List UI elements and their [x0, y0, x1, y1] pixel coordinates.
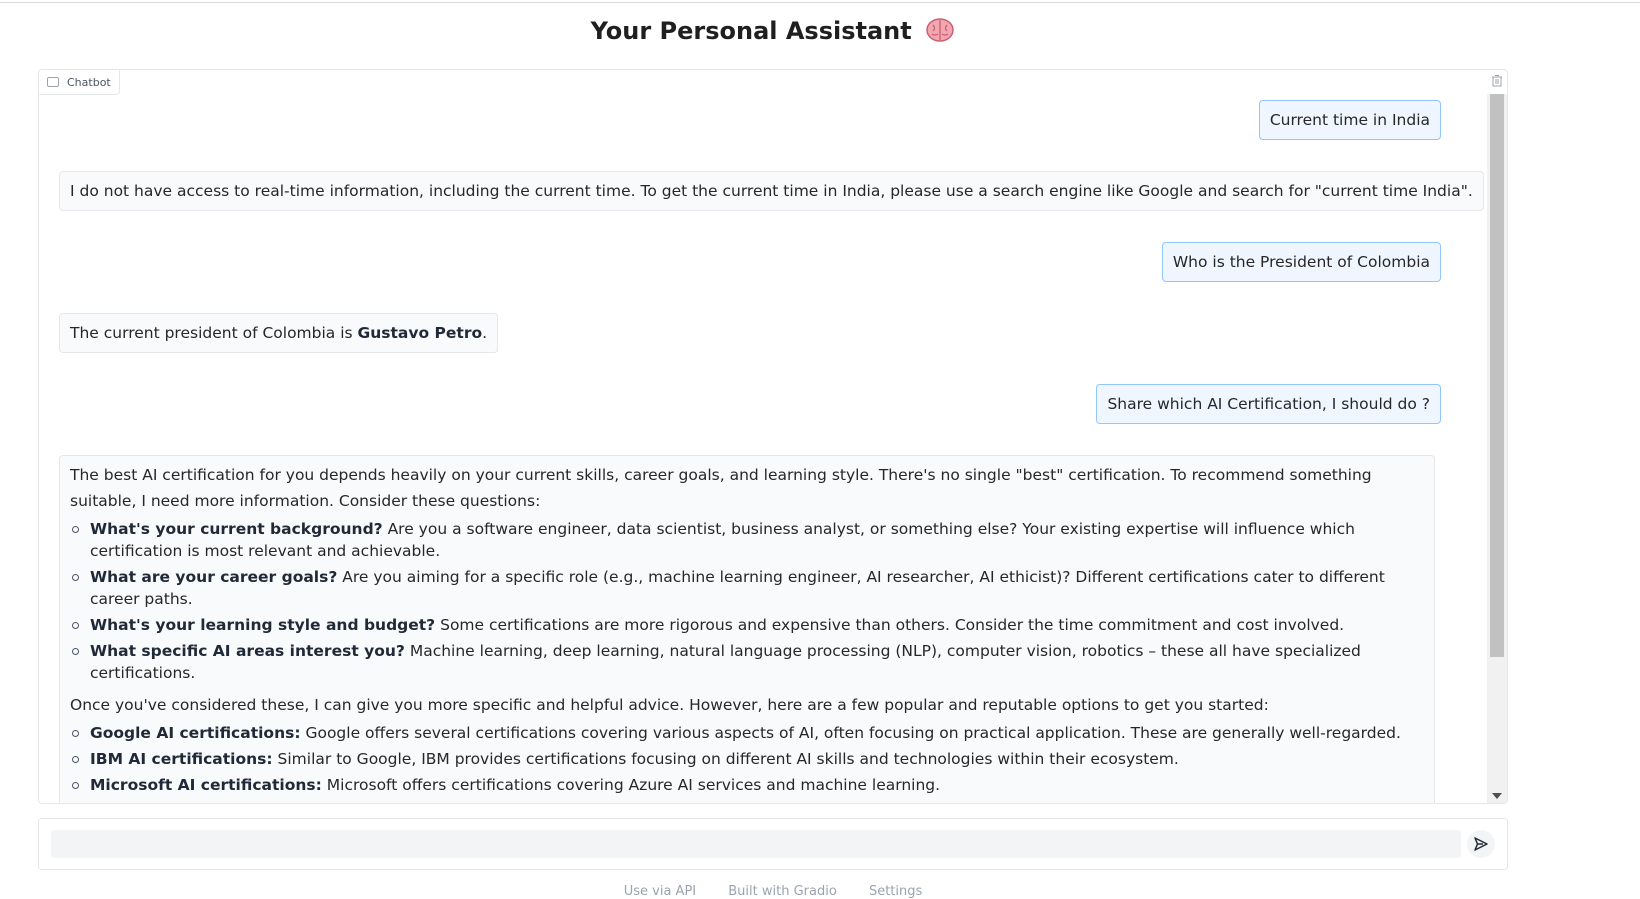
- message-paragraph: Once you've considered these, I can give…: [70, 696, 1269, 714]
- list-item-title: What specific AI areas interest you?: [90, 642, 405, 660]
- settings-link[interactable]: Settings: [869, 884, 922, 899]
- list-item-title: Microsoft AI certifications:: [90, 776, 322, 794]
- bot-message: I do not have access to real-time inform…: [59, 171, 1484, 211]
- list-item: Google AI certifications: Google offers …: [70, 722, 1424, 744]
- message-text: Who is the President of Colombia: [1172, 253, 1430, 271]
- message-text: The current president of Colombia is: [70, 324, 358, 342]
- top-divider: [0, 2, 1640, 3]
- chat-scrollbar[interactable]: [1487, 94, 1507, 803]
- page-title-text: Your Personal Assistant: [590, 17, 912, 45]
- chat-message-list[interactable]: Current time in India I do not have acce…: [39, 70, 1487, 803]
- message-text: Current time in India: [1269, 111, 1430, 129]
- page-title: Your Personal Assistant: [0, 17, 1546, 45]
- list-item-title: Google AI certifications:: [90, 724, 301, 742]
- list-item: What's your learning style and budget? S…: [70, 614, 1424, 636]
- list-item-text: Microsoft offers certifications covering…: [321, 776, 941, 794]
- bot-message: The best AI certification for you depend…: [59, 455, 1435, 803]
- footer: Use via API Built with Gradio Settings: [0, 884, 1546, 899]
- message-bold-text: Gustavo Petro: [357, 324, 483, 342]
- list-item: What are your career goals? Are you aimi…: [70, 566, 1424, 610]
- message-paragraph: The best AI certification for you depend…: [70, 466, 1372, 510]
- message-text: I do not have access to real-time inform…: [70, 182, 1473, 200]
- send-icon: [1474, 837, 1488, 851]
- message-text: .: [482, 324, 488, 342]
- list-item: What's your current background? Are you …: [70, 518, 1424, 562]
- brain-icon: [918, 18, 956, 45]
- list-item-title: IBM AI certifications:: [90, 750, 273, 768]
- message-input-panel: [38, 818, 1508, 870]
- clear-chat-button[interactable]: [1489, 72, 1505, 88]
- message-input[interactable]: [51, 830, 1461, 858]
- scroll-down-arrow-icon[interactable]: [1492, 793, 1502, 799]
- list-item-title: What are your career goals?: [90, 568, 338, 586]
- chatbot-label-text: Chatbot: [67, 75, 111, 89]
- user-message: Who is the President of Colombia: [1161, 242, 1441, 282]
- list-item: What specific AI areas interest you? Mac…: [70, 640, 1424, 684]
- list-item-title: What's your learning style and budget?: [90, 616, 436, 634]
- user-message: Share which AI Certification, I should d…: [1096, 384, 1441, 424]
- use-via-api-link[interactable]: Use via API: [624, 884, 696, 899]
- user-message: Current time in India: [1258, 100, 1441, 140]
- list-item: Microsoft AI certifications: Microsoft o…: [70, 774, 1424, 796]
- send-button[interactable]: [1467, 830, 1495, 858]
- chatbot-panel: Chatbot Current time in India I do not h…: [38, 69, 1508, 804]
- list-item-text: Similar to Google, IBM provides certific…: [272, 750, 1179, 768]
- trash-icon: [1492, 74, 1502, 86]
- scrollbar-thumb[interactable]: [1490, 94, 1504, 657]
- options-list: Google AI certifications: Google offers …: [70, 722, 1424, 796]
- list-item-title: What's your current background?: [90, 520, 383, 538]
- bot-message: The current president of Colombia is Gus…: [59, 313, 499, 353]
- chat-icon: [47, 77, 59, 87]
- list-item-text: Google offers several certifications cov…: [300, 724, 1401, 742]
- built-with-gradio-link[interactable]: Built with Gradio: [728, 884, 837, 899]
- list-item-text: Some certifications are more rigorous an…: [435, 616, 1345, 634]
- message-text: Share which AI Certification, I should d…: [1107, 395, 1430, 413]
- list-item: IBM AI certifications: Similar to Google…: [70, 748, 1424, 770]
- question-list: What's your current background? Are you …: [70, 518, 1424, 684]
- chatbot-label: Chatbot: [39, 70, 120, 95]
